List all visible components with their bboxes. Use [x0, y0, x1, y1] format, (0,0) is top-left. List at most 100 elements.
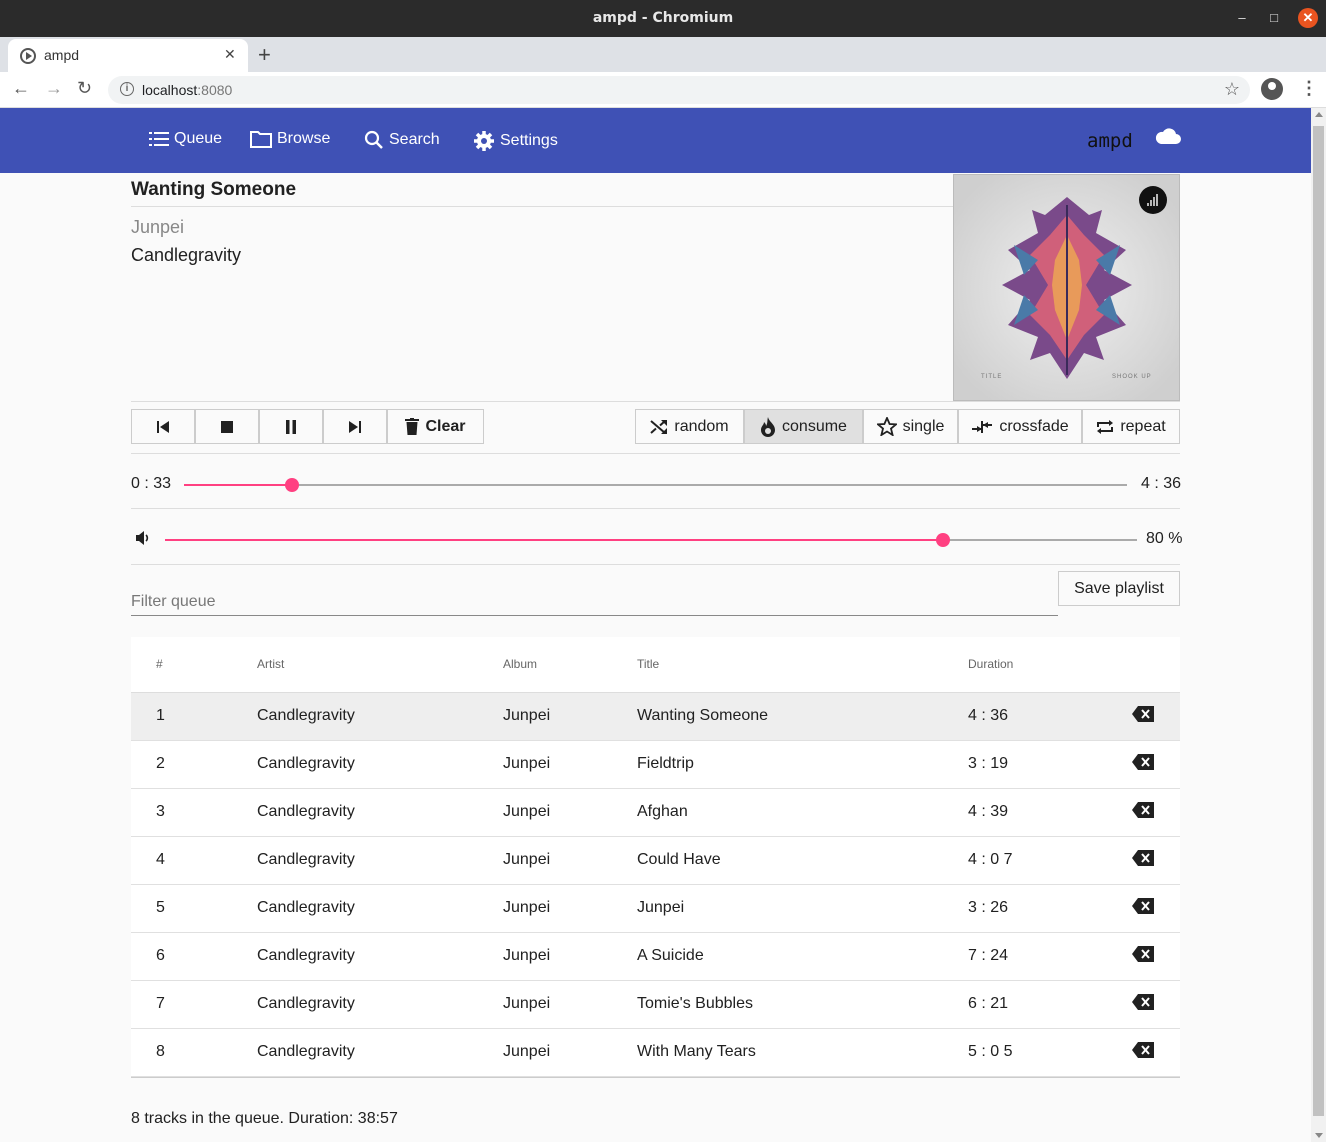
- table-row[interactable]: 2 Candlegravity Junpei Fieldtrip 3 : 19: [131, 741, 1180, 789]
- nav-settings[interactable]: Settings: [473, 130, 558, 152]
- nav-queue[interactable]: Queue: [149, 130, 222, 148]
- crossfade-icon: [972, 420, 993, 433]
- remove-track-icon[interactable]: [1131, 1041, 1155, 1059]
- tab-close-icon[interactable]: ✕: [224, 46, 236, 63]
- maximize-icon[interactable]: □: [1264, 8, 1284, 28]
- filter-queue-input[interactable]: [131, 588, 1058, 616]
- track-artist: Candlegravity: [257, 707, 355, 724]
- volume-icon[interactable]: [135, 530, 151, 546]
- nav-settings-label: Settings: [500, 132, 558, 149]
- track-album: Junpei: [503, 947, 551, 964]
- tab-label: ampd: [44, 47, 80, 63]
- queue-summary: 8 tracks in the queue. Duration: 38:57: [131, 1110, 398, 1127]
- table-body: 1 Candlegravity Junpei Wanting Someone 4 : 3…: [131, 693, 1180, 1077]
- nav-browse-label: Browse: [277, 130, 331, 147]
- consume-toggle[interactable]: consume: [744, 409, 863, 444]
- remove-track-icon[interactable]: [1131, 993, 1155, 1011]
- info-icon[interactable]: i: [120, 82, 134, 96]
- minimize-icon[interactable]: –: [1232, 8, 1252, 28]
- close-window-icon[interactable]: ✕: [1298, 8, 1318, 28]
- track-artist: Candlegravity: [257, 1043, 355, 1060]
- column-header-title[interactable]: Title: [637, 657, 659, 671]
- remove-track-icon[interactable]: [1131, 849, 1155, 867]
- playback-controls: Clear: [131, 409, 484, 444]
- cover-text-left: TITLE: [981, 374, 1003, 380]
- table-row[interactable]: 6 Candlegravity Junpei A Suicide 7 : 24: [131, 933, 1180, 981]
- table-header: # Artist Album Title Duration: [131, 637, 1180, 693]
- song-album: Junpei: [131, 217, 185, 237]
- single-label: single: [902, 417, 945, 435]
- window-titlebar: ampd - Chromium – □ ✕: [0, 0, 1326, 37]
- remove-track-icon[interactable]: [1131, 801, 1155, 819]
- table-row[interactable]: 5 Candlegravity Junpei Junpei 3 : 26: [131, 885, 1180, 933]
- table-row[interactable]: 3 Candlegravity Junpei Afghan 4 : 39: [131, 789, 1180, 837]
- previous-button[interactable]: [131, 409, 195, 444]
- column-header-artist[interactable]: Artist: [257, 657, 284, 671]
- table-row[interactable]: 4 Candlegravity Junpei Could Have 4 : 0 7: [131, 837, 1180, 885]
- volume-thumb[interactable]: [936, 533, 950, 547]
- scroll-up-icon[interactable]: [1315, 112, 1323, 117]
- nav-browse[interactable]: Browse: [250, 130, 330, 148]
- track-number: 4: [156, 851, 165, 868]
- back-icon[interactable]: ←: [12, 78, 30, 99]
- repeat-toggle[interactable]: repeat: [1082, 409, 1180, 444]
- remove-track-icon[interactable]: [1131, 705, 1155, 723]
- track-duration: 3 : 19: [968, 755, 1009, 772]
- track-album: Junpei: [503, 995, 551, 1012]
- column-header-album[interactable]: Album: [503, 657, 537, 671]
- shuffle-icon: [650, 419, 668, 434]
- progress-slider[interactable]: [184, 477, 1127, 493]
- column-header-number[interactable]: #: [156, 657, 163, 671]
- clear-button[interactable]: Clear: [387, 409, 484, 444]
- bookmark-star-icon[interactable]: ☆: [1224, 79, 1240, 100]
- remove-track-icon[interactable]: [1131, 753, 1155, 771]
- nav-search[interactable]: Search: [364, 130, 440, 150]
- consume-label: consume: [782, 417, 847, 435]
- crossfade-toggle[interactable]: crossfade: [958, 409, 1082, 444]
- track-number: 6: [156, 947, 165, 964]
- reload-icon[interactable]: ↻: [77, 78, 92, 99]
- single-toggle[interactable]: single: [863, 409, 958, 444]
- repeat-label: repeat: [1120, 417, 1166, 435]
- track-title: Junpei: [637, 899, 685, 916]
- track-duration: 6 : 21: [968, 995, 1009, 1012]
- scrollbar-thumb[interactable]: [1313, 126, 1324, 1116]
- forward-icon[interactable]: →: [45, 78, 63, 99]
- elapsed-time: 0 : 33: [131, 475, 172, 492]
- save-playlist-button[interactable]: Save playlist: [1058, 571, 1180, 606]
- url-field[interactable]: i localhost:8080 ☆: [108, 76, 1250, 104]
- player-divider: [131, 401, 1180, 402]
- skip-previous-icon: [157, 420, 169, 433]
- table-row[interactable]: 8 Candlegravity Junpei With Many Tears 5 : 0…: [131, 1029, 1180, 1077]
- progress-divider: [131, 508, 1180, 509]
- browser-menu-icon[interactable]: ⋮: [1300, 78, 1318, 99]
- next-button[interactable]: [323, 409, 387, 444]
- progress-thumb[interactable]: [285, 478, 299, 492]
- pause-button[interactable]: [259, 409, 323, 444]
- new-tab-icon[interactable]: +: [258, 42, 271, 68]
- play-circle-icon: [20, 48, 36, 64]
- random-toggle[interactable]: random: [635, 409, 744, 444]
- column-header-duration[interactable]: Duration: [968, 657, 1013, 671]
- folder-icon: [250, 131, 272, 148]
- remove-track-icon[interactable]: [1131, 897, 1155, 915]
- volume-slider[interactable]: [165, 532, 1137, 548]
- track-album: Junpei: [503, 851, 551, 868]
- song-artist: Candlegravity: [131, 245, 242, 265]
- stop-button[interactable]: [195, 409, 259, 444]
- profile-avatar-icon[interactable]: [1261, 78, 1283, 100]
- track-title: Wanting Someone: [637, 707, 769, 724]
- app-toolbar: Queue Browse Search Settings ampd: [0, 108, 1311, 173]
- app-brand: ampd: [1087, 130, 1133, 152]
- track-number: 7: [156, 995, 165, 1012]
- crossfade-label: crossfade: [999, 417, 1069, 435]
- table-row[interactable]: 7 Candlegravity Junpei Tomie's Bubbles 6 : 2…: [131, 981, 1180, 1029]
- remove-track-icon[interactable]: [1131, 945, 1155, 963]
- scroll-down-icon[interactable]: [1315, 1133, 1323, 1138]
- page-scrollbar[interactable]: [1311, 108, 1326, 1142]
- progress-fill: [184, 484, 292, 486]
- table-row[interactable]: 1 Candlegravity Junpei Wanting Someone 4 : 3…: [131, 693, 1180, 741]
- controls-divider: [131, 453, 1180, 454]
- nav-queue-label: Queue: [174, 130, 223, 147]
- tab-ampd[interactable]: ampd ✕: [8, 39, 248, 72]
